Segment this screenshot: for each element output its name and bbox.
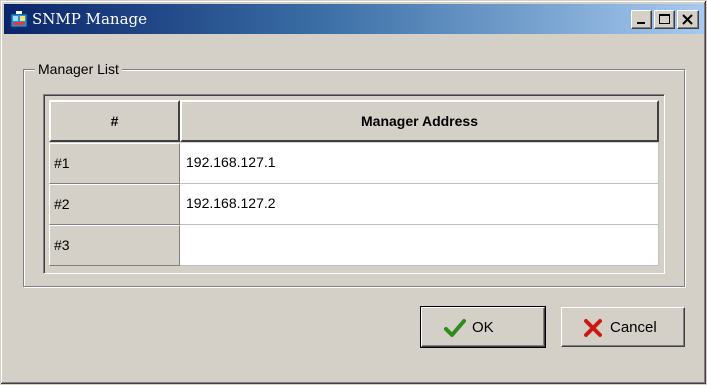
close-button[interactable] [677, 10, 699, 29]
minimize-button[interactable] [631, 10, 652, 29]
address-cell[interactable]: 192.168.127.2 [180, 184, 659, 225]
column-header-address[interactable]: Manager Address [180, 100, 659, 142]
address-cell[interactable] [180, 225, 659, 266]
minimize-icon [637, 22, 645, 24]
row-header[interactable]: #2 [49, 184, 180, 225]
title-bar[interactable]: SNMP Manage [4, 4, 704, 34]
row-header[interactable]: #1 [49, 143, 180, 184]
cancel-button[interactable]: Cancel [561, 307, 685, 347]
snmp-app-icon [10, 11, 28, 28]
column-header-index[interactable]: # [49, 100, 180, 142]
maximize-icon [659, 14, 670, 24]
ok-button[interactable]: OK [420, 306, 546, 348]
snmp-manage-dialog: SNMP Manage Manager List # Manager Addre… [0, 0, 707, 385]
close-icon [682, 14, 693, 25]
address-cell[interactable]: 192.168.127.1 [180, 143, 659, 184]
window-title: SNMP Manage [32, 10, 148, 28]
maximize-button[interactable] [654, 10, 675, 29]
manager-table[interactable]: # Manager Address #1 192.168.127.1 #2 19… [43, 94, 665, 274]
x-icon [584, 319, 602, 337]
group-label: Manager List [35, 60, 122, 78]
row-header[interactable]: #3 [49, 225, 180, 266]
checkmark-icon [444, 319, 466, 337]
ok-label: OK [472, 319, 494, 336]
cancel-label: Cancel [610, 319, 657, 336]
